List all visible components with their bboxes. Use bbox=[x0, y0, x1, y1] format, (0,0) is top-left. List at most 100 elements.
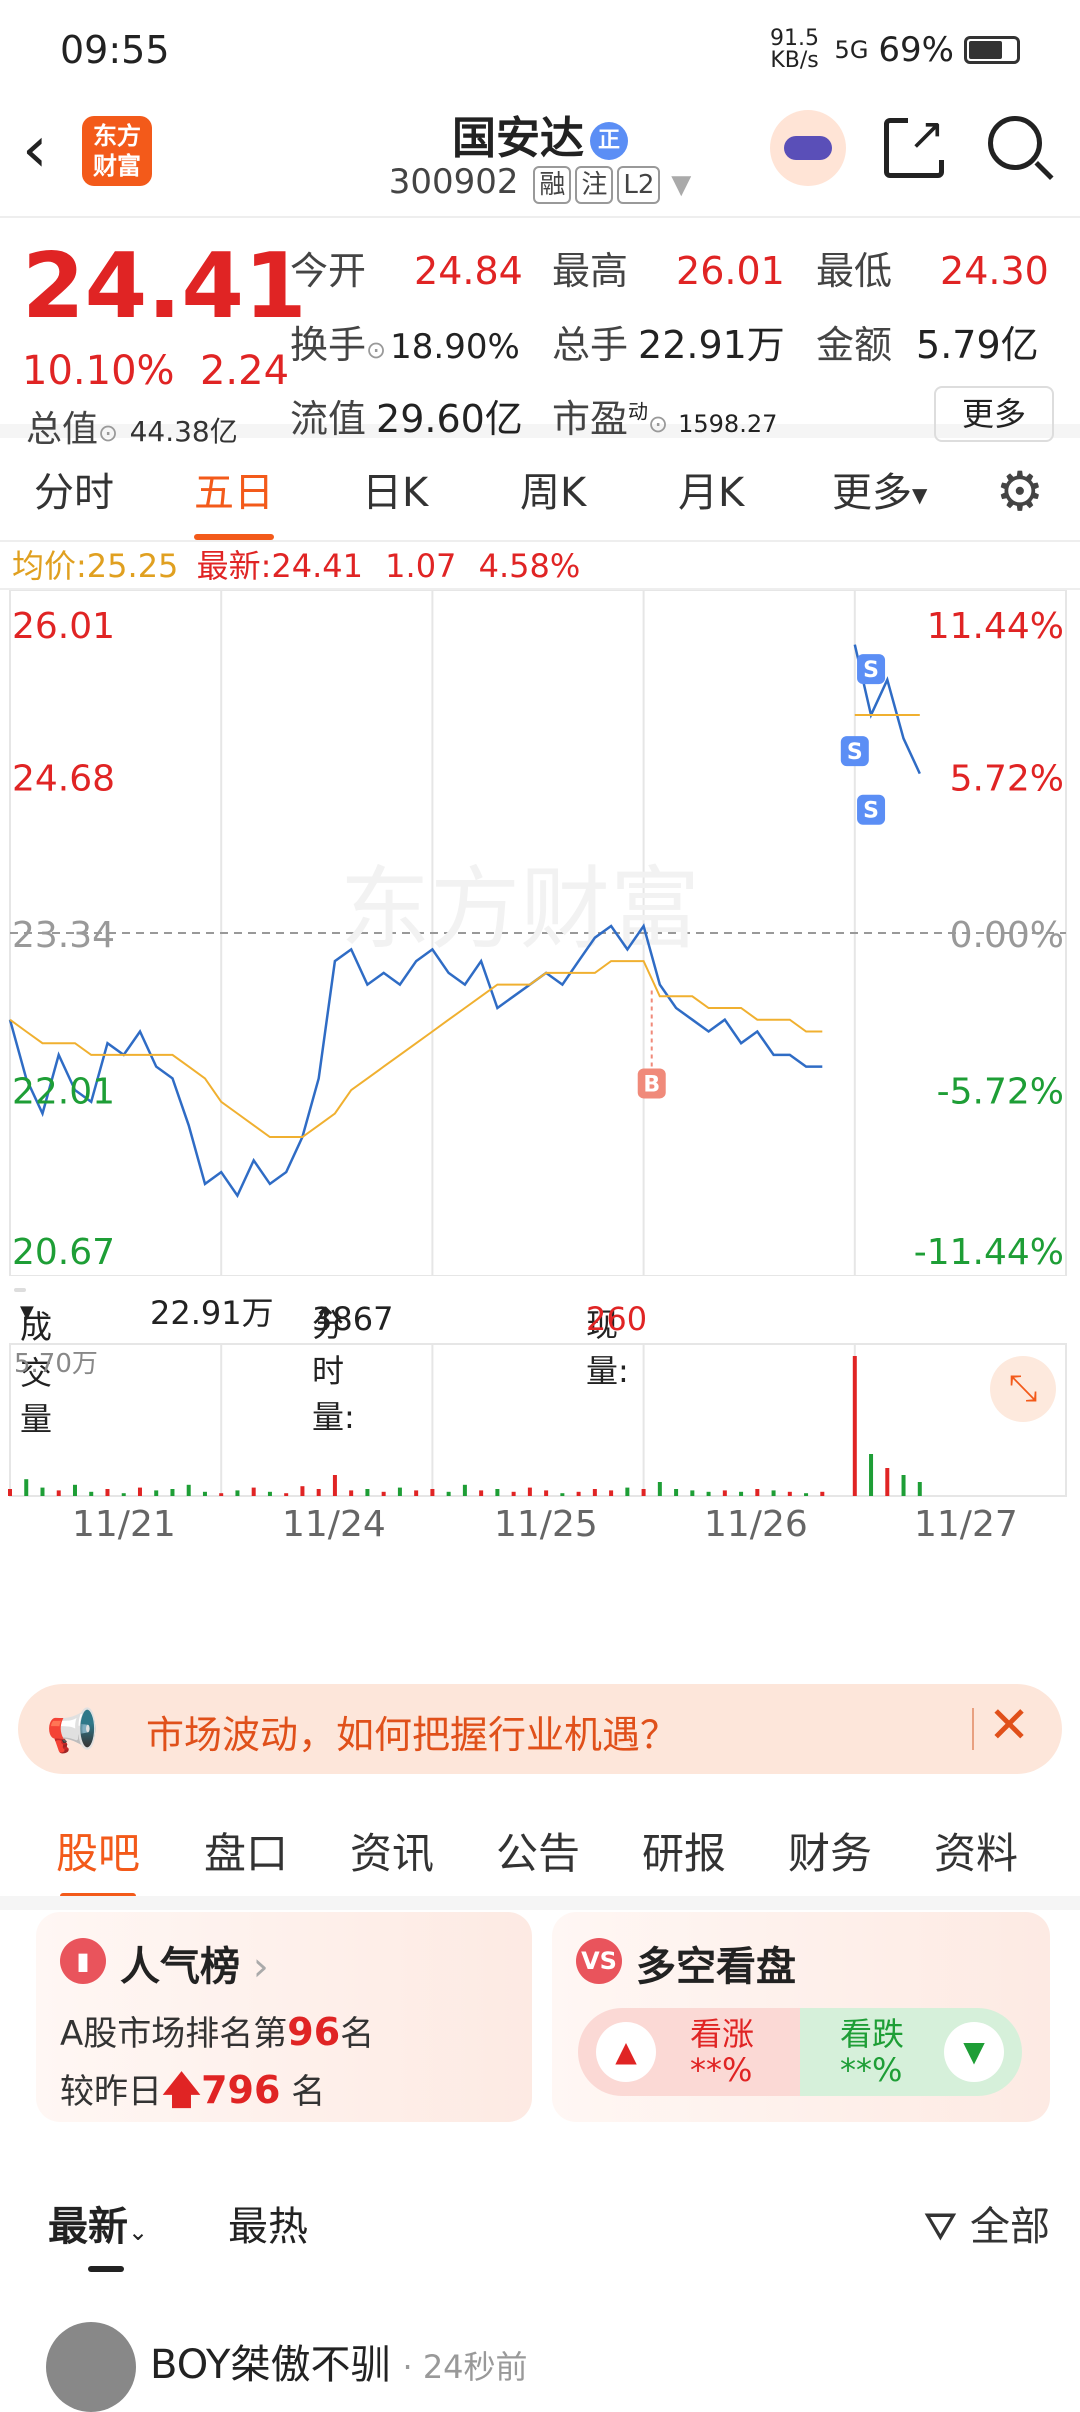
trade-marker-s[interactable]: S bbox=[857, 654, 886, 685]
high-label: 最高 bbox=[552, 249, 629, 293]
change-amount: 2.24 bbox=[199, 348, 290, 394]
volume-value: 22.91万 bbox=[638, 323, 785, 367]
info-icon[interactable]: ⊙ bbox=[648, 410, 668, 438]
date-label: 11/26 bbox=[704, 1504, 808, 1545]
rank-change-value: 796 bbox=[201, 2068, 281, 2112]
trade-marker-s[interactable]: S bbox=[840, 736, 869, 767]
tab-monthly-k[interactable]: 月K bbox=[678, 460, 744, 518]
sentiment-card[interactable]: VS 多空看盘 ▲ 看涨 **% 看跌 **% ▼ bbox=[552, 1912, 1050, 2122]
tab-daily-k[interactable]: 日K bbox=[362, 460, 428, 518]
price-chart-svg[interactable]: 东方财富 26.01 11.44% 24.68 5.72% 23.34 0.00% 22.0… bbox=[0, 589, 1080, 1277]
tab-more[interactable]: 更多▼ bbox=[832, 460, 927, 518]
volume-bar bbox=[820, 1491, 825, 1496]
signal-icon: 5G bbox=[834, 36, 869, 64]
tab-five-day[interactable]: 五日 bbox=[194, 460, 274, 540]
tab-news[interactable]: 资讯 bbox=[350, 1820, 434, 1881]
volume-bar bbox=[544, 1490, 549, 1496]
tab-profile[interactable]: 资料 bbox=[934, 1820, 1018, 1881]
chevron-down-icon[interactable]: ▼ bbox=[671, 170, 691, 200]
promo-banner[interactable]: 📢 市场波动，如何把握行业机遇？ ✕ bbox=[18, 1684, 1062, 1774]
bullish-button[interactable]: ▲ 看涨 **% bbox=[578, 2008, 800, 2096]
y-right-tick: 11.44% bbox=[927, 606, 1064, 647]
chevron-down-icon: ⌄ bbox=[128, 2218, 149, 2246]
bearish-label: 看跌 bbox=[840, 2015, 905, 2053]
bearish-button[interactable]: 看跌 **% ▼ bbox=[800, 2008, 1022, 2096]
date-axis: 11/21 11/24 11/25 11/26 11/27 bbox=[0, 1498, 1080, 1558]
tab-weekly-k[interactable]: 周K bbox=[520, 460, 586, 518]
chart-info-line: 均价:25.25 最新:24.41 1.07 4.58% bbox=[0, 542, 1080, 590]
volume-chart[interactable]: 5.70万 ⤡ bbox=[0, 1342, 1080, 1498]
assistant-robot-icon[interactable] bbox=[770, 110, 846, 186]
header: ‹ 东方财富 国安达正 300902 融注 L2 ▼ bbox=[0, 100, 1080, 218]
close-icon[interactable]: ✕ bbox=[988, 1696, 1030, 1754]
volume-bar bbox=[495, 1489, 500, 1496]
volume-bar bbox=[869, 1454, 874, 1496]
filter-icon: ⛛ bbox=[923, 2204, 958, 2250]
search-icon[interactable] bbox=[988, 116, 1042, 170]
avatar[interactable] bbox=[46, 2322, 136, 2412]
chevron-right-icon: › bbox=[240, 1944, 269, 1990]
feed-tab-latest[interactable]: 最新⌄ bbox=[48, 2194, 149, 2272]
tag-registration: 注 bbox=[575, 166, 614, 204]
feed-tab-hot[interactable]: 最热 bbox=[228, 2194, 308, 2252]
triangle-up-icon: ▲ bbox=[596, 2022, 656, 2082]
volume-dropdown[interactable]: 成交量 ▼ bbox=[14, 1288, 52, 1438]
volume-bar bbox=[625, 1487, 630, 1496]
post-username[interactable]: BOY桀傲不驯 bbox=[150, 2342, 390, 2388]
chart-watermark: 东方财富 bbox=[340, 857, 700, 962]
volume-bar bbox=[316, 1489, 321, 1496]
tag-l2: L2 bbox=[617, 166, 661, 204]
open-value: 24.84 bbox=[414, 249, 523, 293]
info-icon[interactable]: ⊙ bbox=[366, 336, 386, 364]
content-tabs: 股吧 盘口 资讯 公告 研报 财务 资料 bbox=[0, 1800, 1080, 1899]
post-item[interactable]: BOY桀傲不驯 · 24秒前 bbox=[0, 2318, 1080, 2412]
volume-bar bbox=[706, 1491, 711, 1496]
bearish-text: 看跌 **% bbox=[840, 2016, 904, 2088]
banner-text[interactable]: 市场波动，如何把握行业机遇？ bbox=[146, 1704, 678, 1759]
y-right-tick: -5.72% bbox=[937, 1072, 1064, 1113]
volume-bar bbox=[479, 1490, 484, 1496]
volume-chart-svg[interactable]: 5.70万 bbox=[0, 1342, 1080, 1498]
popularity-card[interactable]: ▮ 人气榜 › A股市场排名第96名 较昨日🡅796 名 bbox=[36, 1912, 532, 2122]
more-button[interactable]: 更多 bbox=[934, 386, 1054, 442]
volume-bar bbox=[235, 1490, 240, 1496]
volume-bar bbox=[267, 1491, 272, 1496]
trade-marker-b[interactable]: B bbox=[637, 990, 666, 1099]
price-chart[interactable]: 东方财富 26.01 11.44% 24.68 5.72% 23.34 0.00% 22.0… bbox=[0, 589, 1080, 1277]
float-field: 流值 29.60亿 bbox=[290, 388, 523, 443]
caret-down-icon: ▼ bbox=[912, 483, 928, 507]
tab-announcements[interactable]: 公告 bbox=[496, 1820, 580, 1881]
amount-label: 金额 bbox=[816, 323, 893, 367]
tab-financials[interactable]: 财务 bbox=[788, 1820, 872, 1881]
pe-sup: 动 bbox=[628, 399, 649, 424]
price-change: 10.10% 2.24 bbox=[22, 348, 289, 394]
y-left-tick: 26.01 bbox=[12, 606, 115, 647]
rank-suffix: 名 bbox=[340, 2014, 375, 2054]
tab-orderbook[interactable]: 盘口 bbox=[204, 1820, 288, 1881]
low-value: 24.30 bbox=[940, 249, 1049, 293]
gear-icon[interactable]: ⚙ bbox=[996, 460, 1044, 523]
volume-bar bbox=[901, 1475, 906, 1496]
volume-bar bbox=[105, 1489, 110, 1496]
rank-line: A股市场排名第96名 bbox=[60, 2006, 374, 2055]
y-right-tick: -11.44% bbox=[914, 1232, 1064, 1273]
tab-forum[interactable]: 股吧 bbox=[56, 1820, 140, 1899]
popularity-title[interactable]: 人气榜 › bbox=[120, 1934, 269, 1992]
sentiment-bar: ▲ 看涨 **% 看跌 **% ▼ bbox=[578, 2008, 1022, 2096]
marker-label: S bbox=[863, 658, 879, 683]
tab-intraday[interactable]: 分时 bbox=[34, 460, 114, 518]
volume-bar bbox=[170, 1489, 175, 1496]
triangle-down-icon: ▼ bbox=[944, 2022, 1004, 2082]
volume-bar bbox=[397, 1487, 402, 1496]
marker-label: S bbox=[863, 799, 879, 824]
share-icon[interactable] bbox=[884, 109, 945, 178]
tab-research[interactable]: 研报 bbox=[642, 1820, 726, 1881]
expand-icon[interactable]: ⤡ bbox=[990, 1356, 1056, 1422]
trade-marker-s[interactable]: S bbox=[857, 794, 886, 825]
volume-bar bbox=[771, 1490, 776, 1496]
banner-divider bbox=[972, 1708, 974, 1750]
volume-bar bbox=[381, 1491, 386, 1496]
bearish-value: **% bbox=[840, 2051, 903, 2089]
filter-button[interactable]: ⛛ 全部 bbox=[924, 2194, 1050, 2252]
volume-bar bbox=[576, 1491, 581, 1496]
